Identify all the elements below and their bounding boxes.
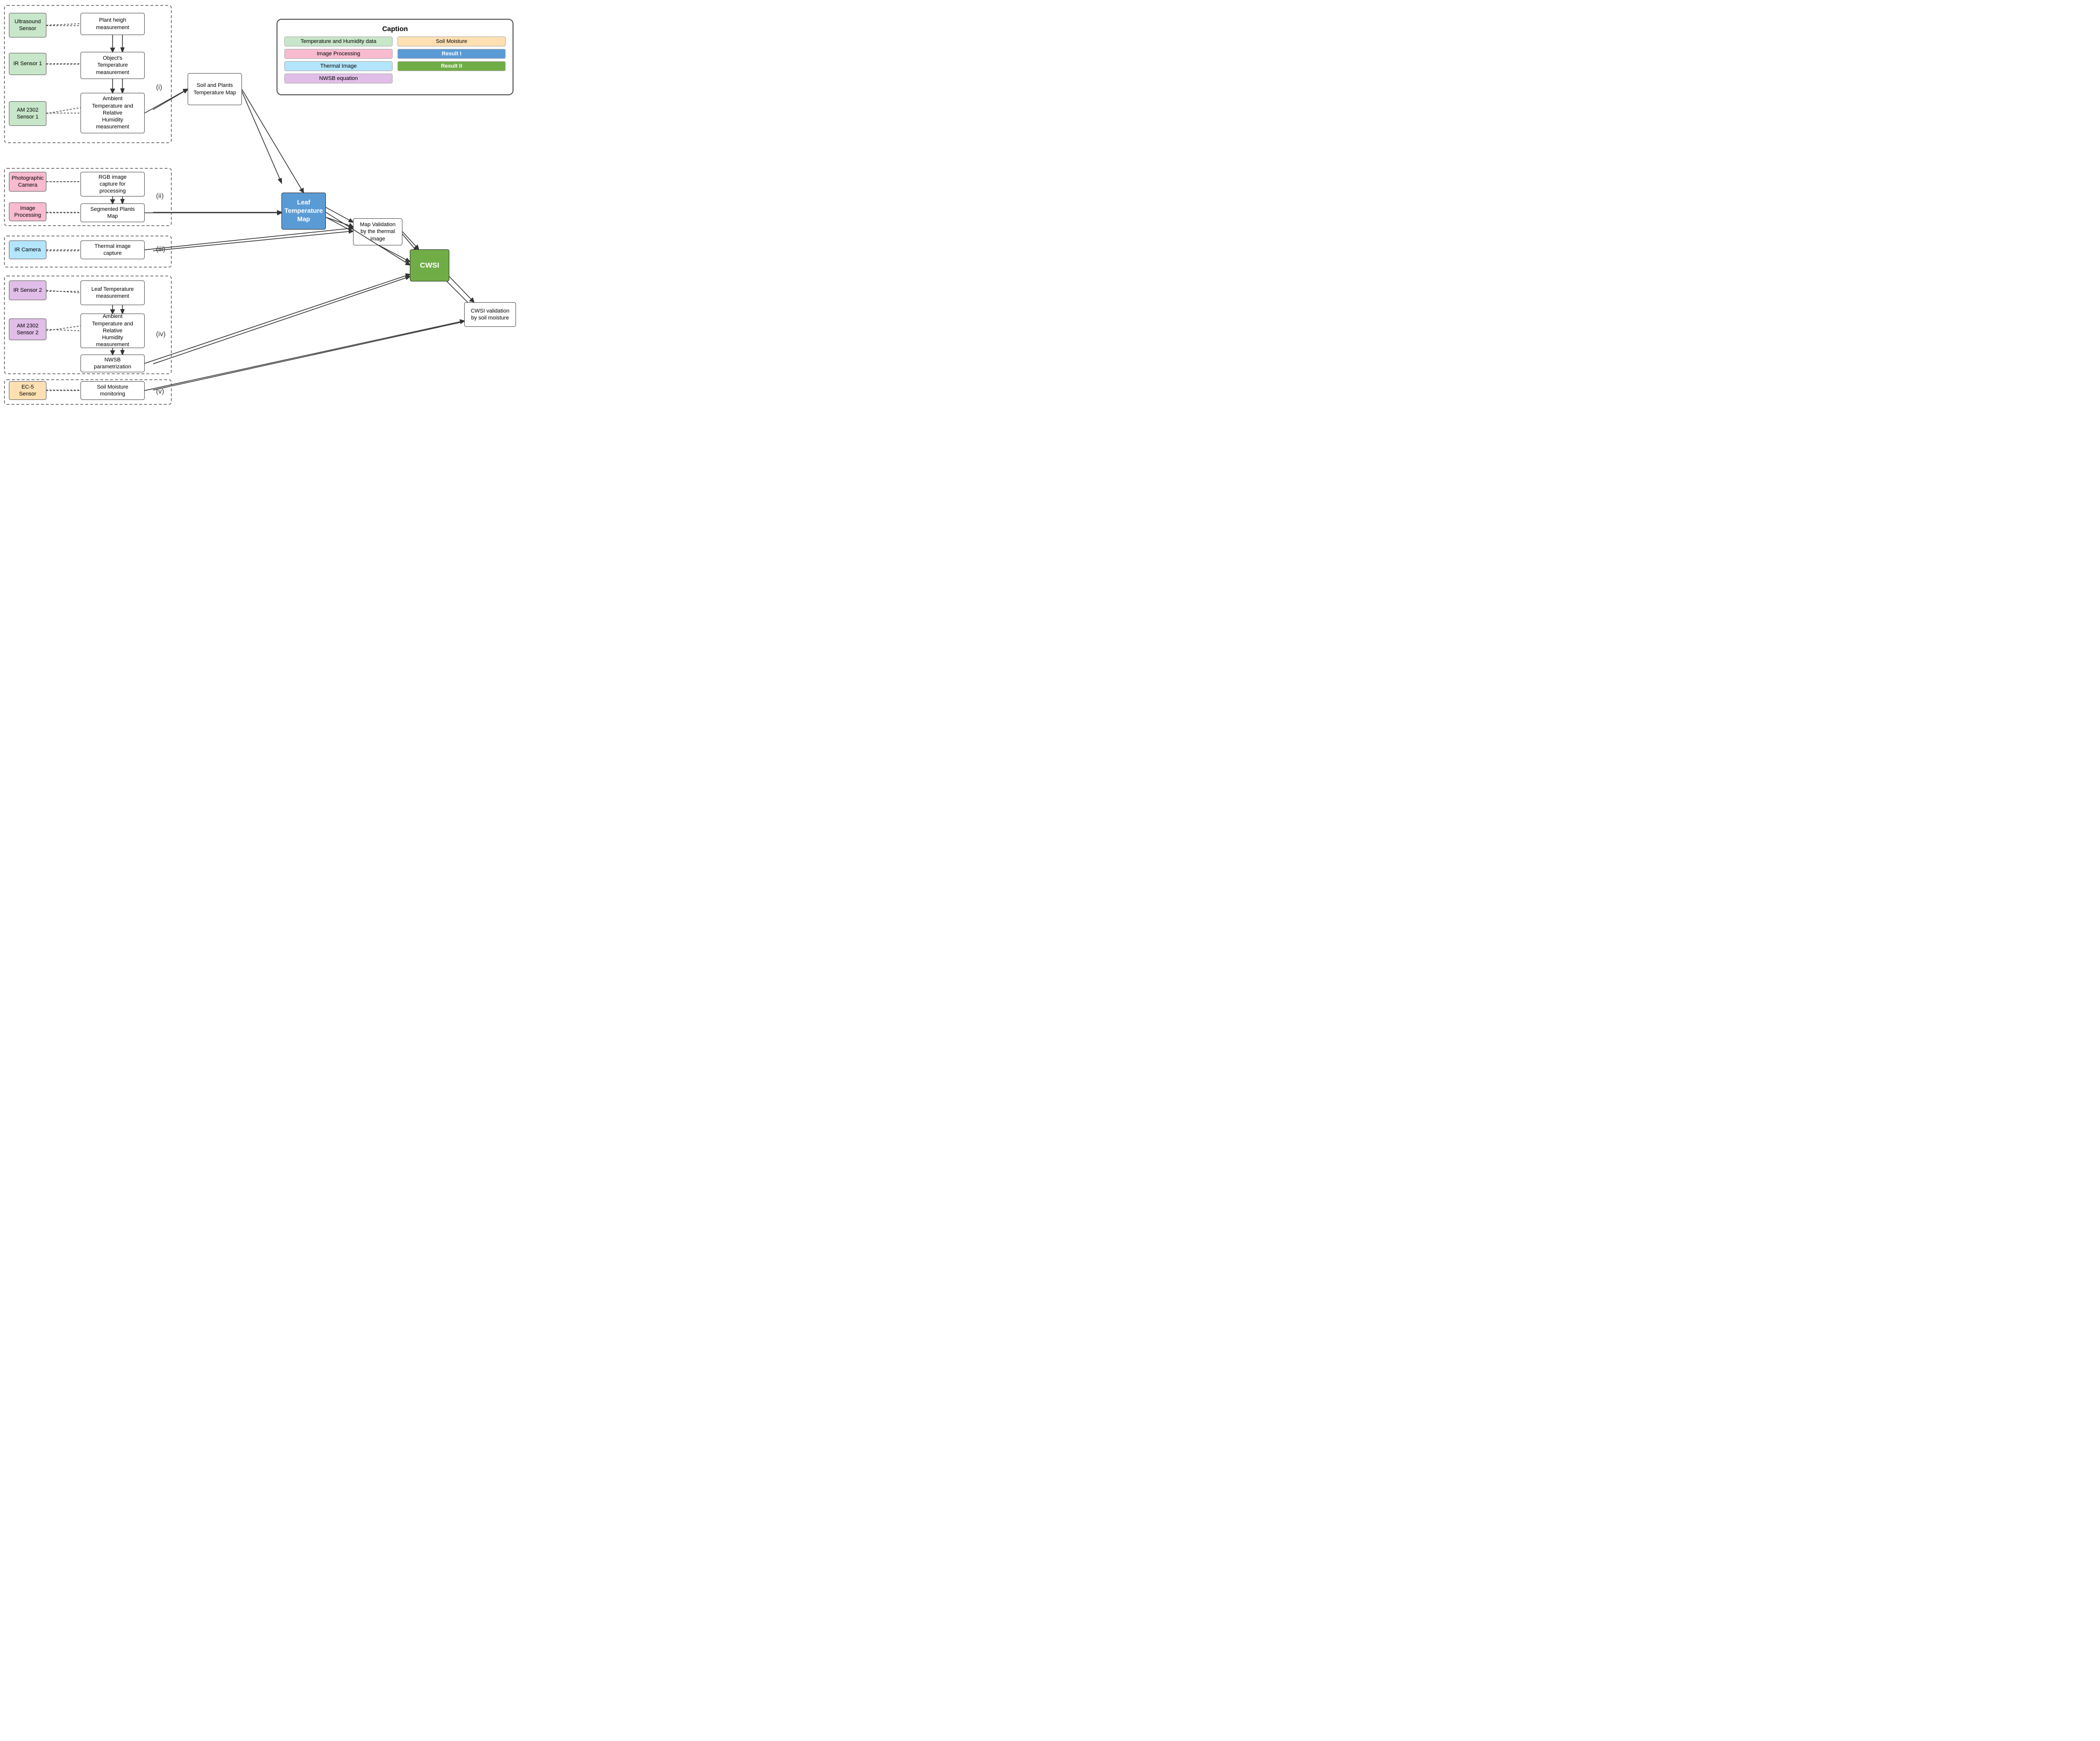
leaf-temp-map-box: LeafTemperatureMap: [281, 193, 326, 230]
caption-image-proc: Image Processing: [284, 49, 393, 59]
amb-temp2-box: AmbientTemperature andRelativeHumidityme…: [80, 314, 145, 348]
nwsb-box: NWSBparametrization: [80, 355, 145, 372]
am2302-1-box: AM 2302Sensor 1: [9, 101, 46, 126]
ir-sensor2-box: IR Sensor 2: [9, 280, 46, 300]
ec5-sensor-box: EC-5 Sensor: [9, 381, 46, 400]
roman-ii: (ii): [156, 192, 164, 199]
caption-result-i: Result I: [397, 49, 506, 59]
amb-temp1-box: AmbientTemperature andRelativeHumidityme…: [80, 93, 145, 133]
ir-camera-box: IR Camera: [9, 240, 46, 259]
caption-thermal-image: Thermal Image: [284, 61, 393, 71]
cwsi-validation-box: CWSI validationby soil moisture: [464, 302, 516, 327]
leaf-temp-meas-box: Leaf Temperaturemeasurement: [80, 280, 145, 305]
ultrasound-sensor-box: UltrasoundSensor: [9, 13, 46, 38]
roman-v: (v): [156, 387, 164, 395]
photo-camera-box: PhotographicCamera: [9, 172, 46, 192]
caption-box: Caption Temperature and Humidity data So…: [277, 19, 514, 95]
segmented-map-box: Segmented PlantsMap: [80, 203, 145, 222]
diagram-container: (i) UltrasoundSensor IR Sensor 1 AM 2302…: [0, 0, 525, 435]
roman-i: (i): [156, 83, 162, 91]
caption-empty: [397, 74, 506, 83]
am2302-2-box: AM 2302Sensor 2: [9, 318, 46, 340]
obj-temp-box: Object'sTemperaturemeasurement: [80, 52, 145, 79]
cwsi-box: CWSI: [410, 249, 449, 281]
map-validation-box: Map Validationby the thermalimage: [353, 218, 402, 245]
caption-grid: Temperature and Humidity data Soil Moist…: [284, 37, 506, 83]
roman-iv: (iv): [156, 330, 165, 338]
caption-title: Caption: [284, 25, 506, 33]
thermal-capture-box: Thermal imagecapture: [80, 240, 145, 259]
rgb-capture-box: RGB imagecapture forprocessing: [80, 172, 145, 197]
caption-soil-moisture: Soil Moisture: [397, 37, 506, 46]
ir-sensor1-box: IR Sensor 1: [9, 53, 46, 75]
roman-iii: (iii): [156, 245, 165, 253]
image-proc-sensor-box: Image Processing: [9, 202, 46, 221]
soil-plants-map-box: Soil and PlantsTemperature Map: [188, 73, 242, 105]
caption-nwsb: NWSB equation: [284, 74, 393, 83]
caption-result-ii: Result II: [397, 61, 506, 71]
plant-height-box: Plant heighmeasurement: [80, 13, 145, 35]
caption-temp-humidity: Temperature and Humidity data: [284, 37, 393, 46]
soil-moisture-mon-box: Soil Moisturemonitoring: [80, 381, 145, 400]
